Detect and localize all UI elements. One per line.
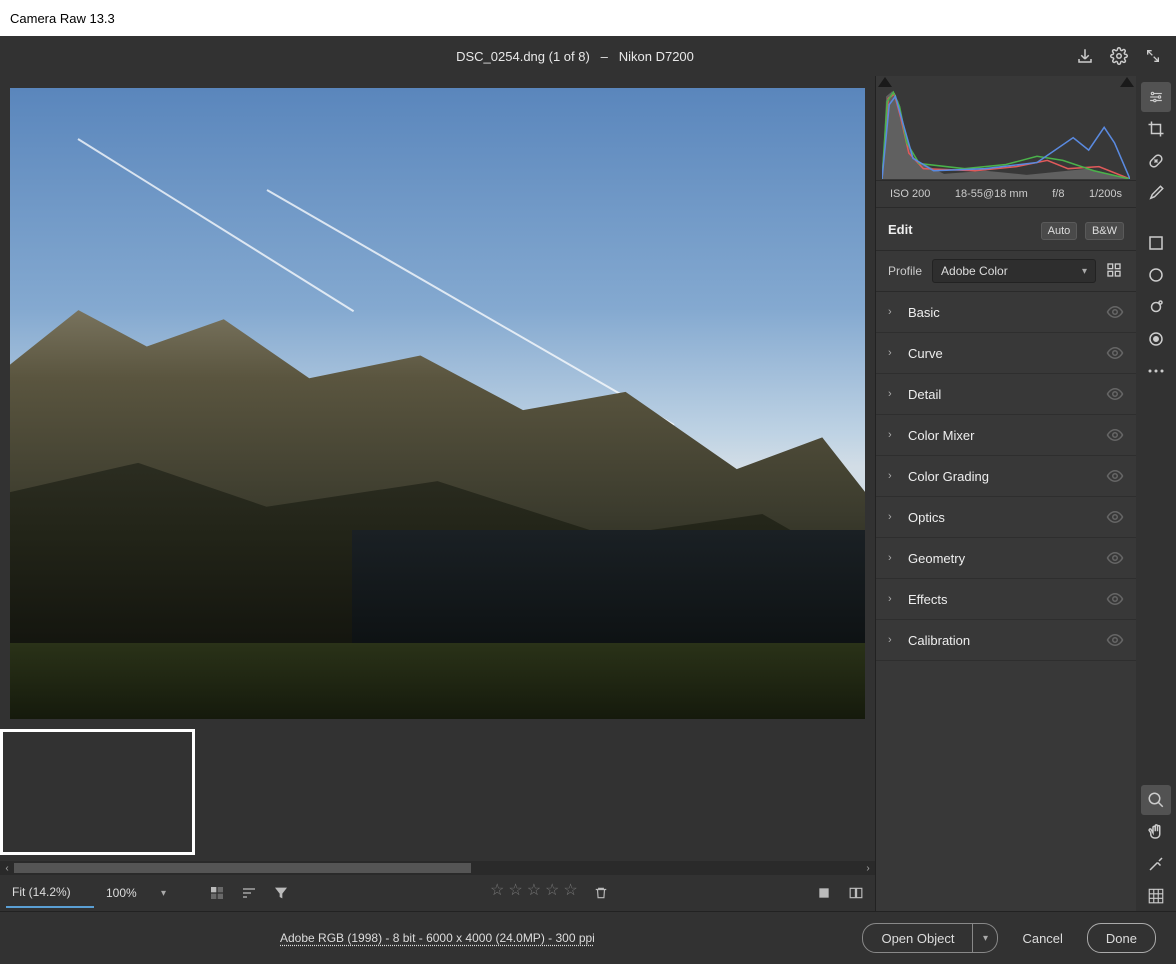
thumbnail[interactable] — [402, 729, 597, 855]
filmstrip — [0, 725, 875, 861]
profile-browser-icon[interactable] — [1106, 262, 1124, 280]
visibility-icon[interactable] — [1106, 508, 1124, 526]
file-header: DSC_0254.dng (1 of 8) – Nikon D7200 — [74, 49, 1076, 64]
hand-tool-icon[interactable] — [1141, 817, 1171, 847]
bw-button[interactable]: B&W — [1085, 222, 1124, 240]
gear-icon[interactable] — [1110, 47, 1128, 65]
chevron-right-icon: › — [888, 511, 898, 523]
shutter-value: 1/200s — [1089, 188, 1122, 200]
chevron-down-icon: ▾ — [161, 888, 166, 899]
exif-row: ISO 200 18-55@18 mm f/8 1/200s — [876, 181, 1136, 208]
profile-label: Profile — [888, 264, 922, 278]
thumbnail[interactable] — [603, 729, 798, 855]
edit-heading: Edit — [888, 222, 913, 237]
visibility-icon[interactable] — [1106, 590, 1124, 608]
panel-color-mixer[interactable]: ›Color Mixer — [876, 415, 1136, 456]
chevron-right-icon: › — [888, 388, 898, 400]
bottom-toolbar: Fit (14.2%) 100%▾ ☆ ☆ ☆ ☆ ☆ — [0, 875, 875, 911]
cancel-button[interactable]: Cancel — [1006, 931, 1078, 946]
open-dropdown[interactable]: ▾ — [973, 923, 998, 953]
edit-tool-icon[interactable] — [1141, 82, 1171, 112]
fit-display[interactable]: Fit (14.2%) — [6, 878, 94, 908]
heal-tool-icon[interactable] — [1141, 146, 1171, 176]
thumbnail[interactable] — [0, 729, 195, 855]
radial-gradient-icon[interactable] — [1141, 260, 1171, 290]
visibility-icon[interactable] — [1106, 303, 1124, 321]
edit-panel: ISO 200 18-55@18 mm f/8 1/200s Edit Auto… — [875, 76, 1136, 911]
grid-tool-icon[interactable] — [1141, 881, 1171, 911]
visibility-icon[interactable] — [1106, 426, 1124, 444]
chevron-right-icon: › — [888, 306, 898, 318]
zoom-tool-icon[interactable] — [1141, 785, 1171, 815]
star-icon[interactable]: ☆ — [508, 880, 522, 906]
workflow-link[interactable]: Adobe RGB (1998) - 8 bit - 6000 x 4000 (… — [280, 931, 595, 945]
zoom-select[interactable]: 100%▾ — [100, 879, 172, 907]
rating-stars[interactable]: ☆ ☆ ☆ ☆ ☆ — [490, 880, 614, 906]
action-bar: Adobe RGB (1998) - 8 bit - 6000 x 4000 (… — [0, 911, 1176, 964]
chevron-right-icon: › — [888, 470, 898, 482]
scroll-handle[interactable] — [14, 863, 471, 873]
top-bar: DSC_0254.dng (1 of 8) – Nikon D7200 — [0, 36, 1176, 76]
save-icon[interactable] — [1076, 47, 1094, 65]
sampler-tool-icon[interactable] — [1141, 849, 1171, 879]
filmstrip-scrollbar[interactable]: ‹ › — [0, 861, 875, 875]
tool-strip — [1136, 76, 1176, 911]
chevron-down-icon: ▾ — [1082, 266, 1087, 277]
trash-icon[interactable] — [588, 880, 614, 906]
filter-icon[interactable] — [268, 880, 294, 906]
select-all-icon[interactable] — [204, 880, 230, 906]
visibility-icon[interactable] — [1106, 631, 1124, 649]
visibility-icon[interactable] — [1106, 467, 1124, 485]
more-icon[interactable] — [1141, 356, 1171, 386]
panel-optics[interactable]: ›Optics — [876, 497, 1136, 538]
chevron-right-icon: › — [888, 593, 898, 605]
panel-color-grading[interactable]: ›Color Grading — [876, 456, 1136, 497]
chevron-right-icon: › — [888, 552, 898, 564]
brush-tool-icon[interactable] — [1141, 178, 1171, 208]
thumbnail[interactable] — [201, 729, 396, 855]
image-preview[interactable] — [0, 76, 875, 725]
visibility-icon[interactable] — [1106, 344, 1124, 362]
done-button[interactable]: Done — [1087, 923, 1156, 953]
auto-button[interactable]: Auto — [1041, 222, 1078, 240]
chevron-down-icon: ▾ — [983, 933, 988, 944]
eyedropper-icon[interactable] — [1141, 292, 1171, 322]
star-icon[interactable]: ☆ — [545, 880, 559, 906]
visibility-icon[interactable] — [1106, 385, 1124, 403]
scroll-right-icon[interactable]: › — [861, 861, 875, 875]
scroll-left-icon[interactable]: ‹ — [0, 861, 14, 875]
thumbnail[interactable] — [804, 729, 875, 855]
panel-effects[interactable]: ›Effects — [876, 579, 1136, 620]
window-titlebar: Camera Raw 13.3 — [0, 0, 1176, 36]
fullscreen-icon[interactable] — [1144, 47, 1162, 65]
sort-icon[interactable] — [236, 880, 262, 906]
iso-value: ISO 200 — [890, 188, 930, 200]
chevron-right-icon: › — [888, 429, 898, 441]
linear-gradient-icon[interactable] — [1141, 228, 1171, 258]
chevron-right-icon: › — [888, 634, 898, 646]
histogram[interactable] — [876, 76, 1136, 181]
lens-value: 18-55@18 mm — [955, 188, 1028, 200]
compare-view-icon[interactable] — [843, 880, 869, 906]
panel-detail[interactable]: ›Detail — [876, 374, 1136, 415]
panel-curve[interactable]: ›Curve — [876, 333, 1136, 374]
app-title: Camera Raw 13.3 — [10, 11, 115, 26]
star-icon[interactable]: ☆ — [563, 880, 577, 906]
redeye-tool-icon[interactable] — [1141, 324, 1171, 354]
chevron-right-icon: › — [888, 347, 898, 359]
open-button[interactable]: Open Object — [862, 923, 973, 953]
crop-tool-icon[interactable] — [1141, 114, 1171, 144]
star-icon[interactable]: ☆ — [527, 880, 541, 906]
single-view-icon[interactable] — [811, 880, 837, 906]
profile-select[interactable]: Adobe Color ▾ — [932, 259, 1096, 283]
panel-geometry[interactable]: ›Geometry — [876, 538, 1136, 579]
aperture-value: f/8 — [1052, 188, 1064, 200]
panel-calibration[interactable]: ›Calibration — [876, 620, 1136, 661]
panel-basic[interactable]: ›Basic — [876, 292, 1136, 333]
visibility-icon[interactable] — [1106, 549, 1124, 567]
star-icon[interactable]: ☆ — [490, 880, 504, 906]
